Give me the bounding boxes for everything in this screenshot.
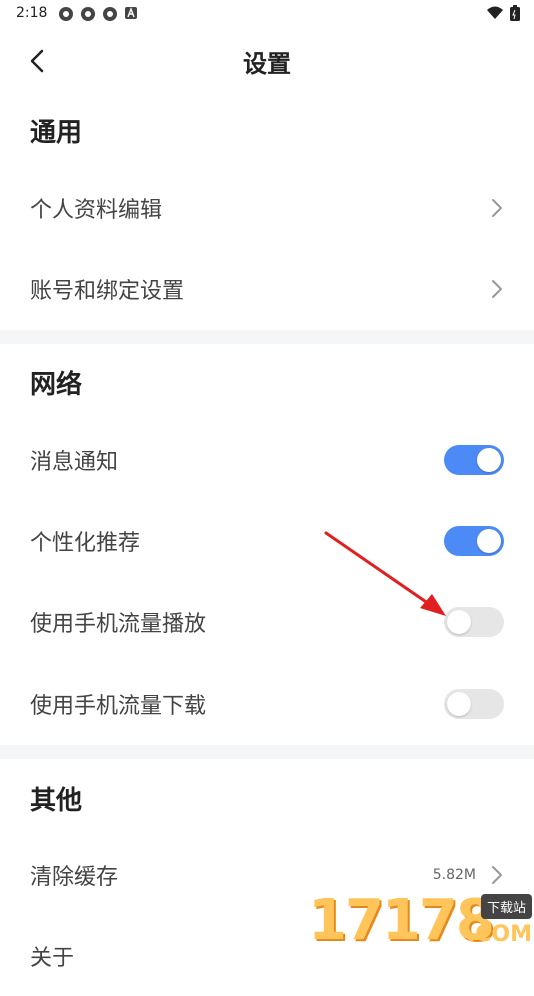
toggle-knob [447, 692, 471, 716]
status-time: 2:18 [16, 5, 48, 21]
row-label: 使用手机流量播放 [30, 612, 207, 637]
watermark-number: 17178 [308, 888, 495, 953]
watermark-suffix: .COM [466, 922, 532, 947]
toggle-knob [477, 448, 501, 472]
row-profile-edit[interactable]: 个人资料编辑 [0, 168, 534, 248]
section-divider [0, 745, 534, 759]
section-title-network: 网络 [30, 370, 83, 400]
row-mobile-data-playback: 使用手机流量播放 [0, 582, 534, 662]
notification-icon [80, 6, 96, 22]
row-label: 账号和绑定设置 [30, 279, 185, 304]
annotation-arrow-icon [324, 531, 446, 616]
toggle-mobile-data-download[interactable] [444, 689, 504, 719]
battery-icon [510, 5, 520, 25]
chevron-right-icon [492, 280, 502, 298]
notification-icon [58, 6, 74, 22]
section-title-other: 其他 [30, 786, 83, 816]
row-mobile-data-download: 使用手机流量下载 [0, 664, 534, 744]
section-divider [0, 330, 534, 344]
row-message-notification: 消息通知 [0, 420, 534, 500]
watermark-tag: 下载站 [480, 894, 532, 919]
chevron-right-icon [492, 866, 502, 884]
row-label: 使用手机流量下载 [30, 694, 207, 719]
row-label: 个性化推荐 [30, 531, 141, 556]
font-icon [124, 6, 140, 22]
row-personalized-recommendation: 个性化推荐 [0, 501, 534, 581]
section-title-general: 通用 [30, 118, 83, 148]
row-label: 关于 [30, 946, 75, 971]
wifi-icon [486, 6, 504, 24]
toggle-personalized-recommendation[interactable] [444, 526, 504, 556]
notification-icon [102, 6, 118, 22]
toggle-message-notification[interactable] [444, 445, 504, 475]
row-label: 消息通知 [30, 450, 119, 475]
chevron-right-icon [492, 199, 502, 217]
status-system-icons [486, 5, 520, 25]
toggle-knob [447, 610, 471, 634]
toggle-mobile-data-playback[interactable] [444, 607, 504, 637]
row-label: 个人资料编辑 [30, 198, 163, 223]
site-watermark: 17178 下载站 .COM [308, 888, 534, 953]
page-title: 设置 [243, 50, 291, 78]
toggle-knob [477, 529, 501, 553]
status-notification-icons [58, 6, 140, 22]
status-bar: 2:18 [0, 0, 534, 28]
row-account-binding[interactable]: 账号和绑定设置 [0, 249, 534, 329]
row-label: 清除缓存 [30, 865, 119, 890]
cache-size-value: 5.82M [432, 867, 476, 883]
app-header: 设置 [0, 30, 534, 90]
